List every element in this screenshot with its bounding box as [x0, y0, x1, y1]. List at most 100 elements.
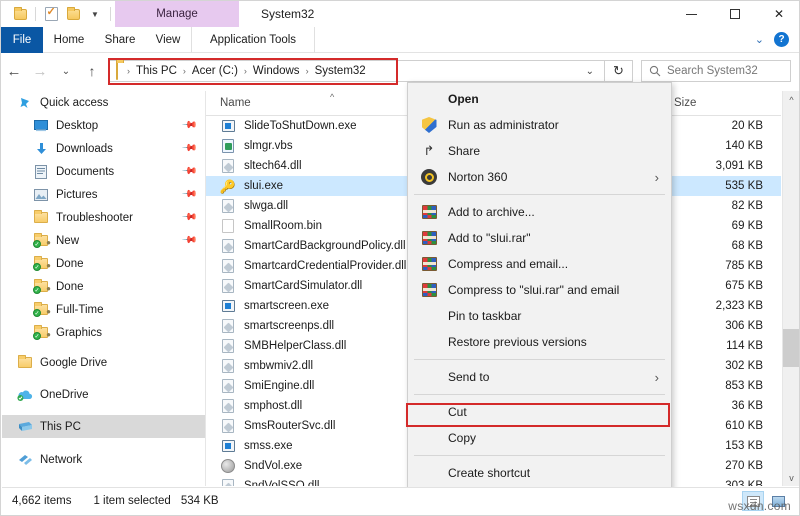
pin-icon[interactable]: 📌 — [180, 117, 197, 134]
new-folder-icon[interactable] — [62, 3, 84, 25]
file-name: SndVolSSO.dll — [244, 480, 319, 486]
sidebar-item-this-pc[interactable]: This PC — [2, 415, 205, 438]
menu-item-compress-and-email[interactable]: Compress and email... — [408, 251, 671, 277]
properties-icon[interactable] — [40, 3, 62, 25]
address-dropdown-icon[interactable]: ⌄ — [586, 66, 598, 77]
file-size: 69 KB — [671, 220, 781, 232]
tab-file[interactable]: File — [1, 27, 43, 53]
menu-label-cut: Cut — [448, 405, 467, 419]
menu-label-add-to-slui-rar: Add to "slui.rar" — [448, 231, 531, 245]
file-size: 153 KB — [671, 440, 781, 452]
sidebar-item-desktop[interactable]: Desktop 📌 — [2, 114, 205, 137]
file-size: 306 KB — [671, 320, 781, 332]
pin-icon[interactable]: 📌 — [180, 232, 197, 249]
menu-item-pin-to-taskbar[interactable]: Pin to taskbar — [408, 303, 671, 329]
menu-item-add-to-slui-rar[interactable]: Add to "slui.rar" — [408, 225, 671, 251]
close-button[interactable]: ✕ — [757, 1, 800, 27]
file-size: 2,323 KB — [671, 300, 781, 312]
sidebar-item-onedrive[interactable]: OneDrive — [2, 383, 205, 406]
breadcrumb-acer-c[interactable]: Acer (C:) — [189, 65, 241, 77]
pin-icon[interactable]: 📌 — [180, 163, 197, 180]
onedrive-icon — [16, 386, 34, 404]
menu-item-copy[interactable]: Copy — [408, 425, 671, 451]
menu-item-norton-360[interactable]: Norton 360 › — [408, 164, 671, 190]
sidebar-label-desktop: Desktop — [56, 120, 98, 132]
file-size: 36 KB — [671, 400, 781, 412]
pin-icon[interactable]: 📌 — [180, 140, 197, 157]
customize-toolbar-caret-icon[interactable]: ▼ — [84, 3, 106, 25]
manage-contextual-tab[interactable]: Manage — [115, 1, 239, 27]
maximize-button[interactable] — [713, 1, 757, 27]
sidebar-item-pictures[interactable]: Pictures 📌 — [2, 183, 205, 206]
up-button[interactable]: ↑ — [79, 54, 105, 88]
chevron-down-icon[interactable]: ⌄ — [755, 33, 764, 46]
tab-share[interactable]: Share — [95, 27, 145, 53]
file-size: 114 KB — [671, 340, 781, 352]
menu-item-create-shortcut[interactable]: Create shortcut — [408, 460, 671, 486]
folder-icon[interactable] — [9, 3, 31, 25]
scroll-down-arrow-icon[interactable]: v — [783, 469, 800, 486]
forward-button[interactable]: → — [27, 54, 53, 88]
scrollbar-thumb[interactable] — [783, 329, 800, 367]
back-button[interactable]: ← — [1, 54, 27, 88]
file-name: SmartCardSimulator.dll — [244, 280, 362, 292]
folder-icon — [32, 209, 50, 227]
sidebar-item-documents[interactable]: Documents 📌 — [2, 160, 205, 183]
menu-label-pin-to-taskbar: Pin to taskbar — [448, 309, 521, 323]
tab-home[interactable]: Home — [43, 27, 95, 53]
file-name: SlideToShutDown.exe — [244, 120, 357, 132]
menu-label-copy: Copy — [448, 431, 476, 445]
sidebar-item-done-2[interactable]: ✓● Done — [2, 275, 205, 298]
documents-icon — [32, 163, 50, 181]
column-header-size[interactable]: Size — [666, 94, 776, 113]
menu-item-open[interactable]: Open — [408, 86, 671, 112]
menu-item-compress-to-slui-rar-and-email[interactable]: Compress to "slui.rar" and email — [408, 277, 671, 303]
menu-item-run-as-administrator[interactable]: Run as administrator — [408, 112, 671, 138]
scroll-up-arrow-icon[interactable]: ^ — [783, 91, 800, 108]
desktop-icon — [32, 117, 50, 135]
breadcrumb[interactable]: › This PC › Acer (C:) › Windows › System… — [109, 60, 605, 82]
sidebar-item-done-1[interactable]: ✓● Done — [2, 252, 205, 275]
sidebar-item-network[interactable]: Network — [2, 448, 205, 471]
dll-file-icon — [220, 418, 236, 434]
sidebar-item-downloads[interactable]: Downloads 📌 — [2, 137, 205, 160]
menu-label-compress-to-slui-rar-and-email: Compress to "slui.rar" and email — [448, 283, 619, 297]
sidebar-item-troubleshooter[interactable]: Troubleshooter 📌 — [2, 206, 205, 229]
sidebar-item-full-time[interactable]: ✓● Full-Time — [2, 298, 205, 321]
sidebar-item-google-drive[interactable]: Google Drive — [2, 351, 205, 374]
this-pc-icon — [16, 418, 34, 436]
sidebar-label-documents: Documents — [56, 166, 114, 178]
breadcrumb-system32[interactable]: System32 — [312, 65, 369, 77]
shared-folder-icon: ✓● — [32, 255, 50, 273]
sidebar-item-quick-access[interactable]: Quick access — [2, 91, 205, 114]
pin-icon[interactable]: 📌 — [180, 186, 197, 203]
help-icon[interactable]: ? — [774, 32, 789, 47]
recent-locations-icon[interactable]: ⌄ — [53, 54, 79, 88]
file-list-scrollbar[interactable]: ^ v — [782, 91, 799, 486]
folder-icon — [116, 62, 118, 80]
minimize-button[interactable] — [669, 1, 713, 27]
file-name: slui.exe — [244, 180, 283, 192]
file-name: smartscreenps.dll — [244, 320, 334, 332]
navigation-pane: Quick access Desktop 📌 Downloads 📌 Docum… — [2, 91, 205, 486]
sidebar-label-graphics: Graphics — [56, 327, 102, 339]
sidebar-item-new[interactable]: ✓● New 📌 — [2, 229, 205, 252]
network-icon — [16, 451, 34, 469]
sidebar-item-graphics[interactable]: ✓● Graphics — [2, 321, 205, 344]
menu-item-restore-previous-versions[interactable]: Restore previous versions — [408, 329, 671, 355]
breadcrumb-separator-0: › — [124, 66, 133, 76]
tab-view[interactable]: View — [145, 27, 191, 53]
search-input[interactable]: Search System32 — [641, 60, 791, 82]
pin-icon[interactable]: 📌 — [180, 209, 197, 226]
breadcrumb-this-pc[interactable]: This PC — [133, 65, 180, 77]
file-size: 853 KB — [671, 380, 781, 392]
refresh-button[interactable]: ↻ — [605, 60, 633, 82]
menu-item-send-to[interactable]: Send to › — [408, 364, 671, 390]
file-name: SmsRouterSvc.dll — [244, 420, 335, 432]
menu-item-share[interactable]: ↱ Share — [408, 138, 671, 164]
breadcrumb-windows[interactable]: Windows — [250, 65, 303, 77]
menu-item-add-to-archive[interactable]: Add to archive... — [408, 199, 671, 225]
tab-application-tools[interactable]: Application Tools — [191, 27, 315, 53]
submenu-chevron-right-icon: › — [655, 170, 659, 185]
menu-item-cut[interactable]: Cut — [408, 399, 671, 425]
